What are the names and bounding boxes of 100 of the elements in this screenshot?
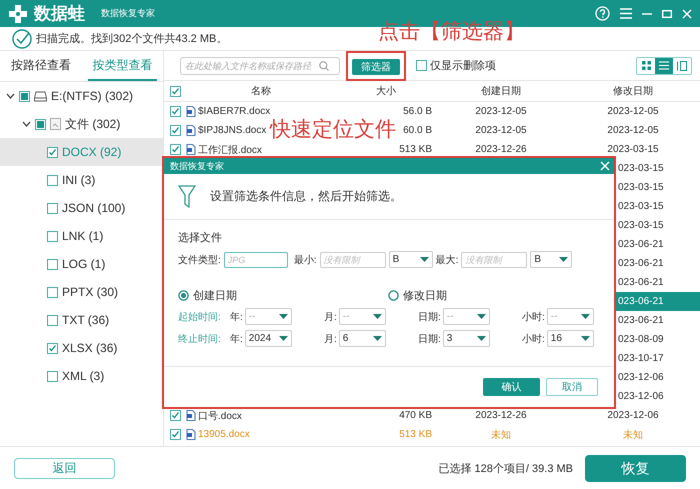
time-label: 终止时间: bbox=[178, 332, 222, 346]
file-name: 工作汇报.docx bbox=[198, 144, 262, 156]
field-label: 年: bbox=[230, 310, 243, 324]
modified-date: 023-08-09 bbox=[618, 334, 664, 345]
dropdown-arrow-icon bbox=[476, 314, 486, 319]
checkbox[interactable] bbox=[47, 286, 58, 298]
checkbox[interactable] bbox=[47, 174, 58, 186]
file-type-field[interactable]: JPG bbox=[224, 252, 288, 268]
time-dropdown[interactable]: 16 bbox=[546, 330, 594, 347]
dropdown-arrow-icon bbox=[580, 336, 590, 341]
time-dropdown[interactable]: 2024 bbox=[244, 330, 292, 347]
tree-label: 文件 (302) bbox=[65, 116, 120, 132]
close-button[interactable] bbox=[600, 161, 610, 171]
document-icon bbox=[186, 144, 196, 155]
radio-button[interactable] bbox=[388, 290, 399, 301]
checkbox[interactable] bbox=[47, 230, 58, 242]
tree-item[interactable]: TXT (36) bbox=[0, 306, 163, 334]
view-tab[interactable]: 按路径查看 bbox=[6, 51, 76, 81]
tree-item[interactable]: JSON (100) bbox=[0, 194, 163, 222]
radio-button[interactable] bbox=[178, 290, 189, 301]
checkbox[interactable] bbox=[47, 258, 58, 270]
modified-date: 023-03-15 bbox=[618, 201, 664, 212]
view-mode-button[interactable] bbox=[655, 58, 673, 74]
back-button[interactable]: 返回 bbox=[14, 458, 115, 479]
confirm-button[interactable]: 确认 bbox=[483, 378, 540, 396]
modified-date: 2023-12-05 bbox=[607, 106, 659, 117]
checkbox[interactable] bbox=[416, 60, 427, 71]
tree-item[interactable]: INI (3) bbox=[0, 166, 163, 194]
created-date: 2023-12-26 bbox=[475, 410, 527, 421]
document-icon bbox=[186, 106, 196, 117]
checkbox[interactable] bbox=[170, 410, 180, 421]
tree-label: LOG (1) bbox=[62, 257, 106, 271]
time-label: 起始时间: bbox=[178, 310, 222, 324]
unit-dropdown[interactable]: B bbox=[530, 251, 572, 268]
column-header[interactable]: 大小 bbox=[376, 84, 396, 98]
time-dropdown[interactable]: 6 bbox=[338, 330, 386, 347]
checkbox[interactable] bbox=[35, 118, 46, 130]
tree-label: DOCX (92) bbox=[62, 145, 122, 159]
tree-item[interactable]: XML (3) bbox=[0, 362, 163, 390]
modified-date: 023-03-15 bbox=[618, 163, 664, 174]
modified-date: 未知 bbox=[623, 428, 643, 442]
checkbox[interactable] bbox=[170, 144, 180, 155]
tree-item[interactable]: E:(NTFS) (302) bbox=[0, 82, 163, 110]
tree-item[interactable]: XLSX (36) bbox=[0, 334, 163, 362]
tree-label: INI (3) bbox=[62, 173, 96, 187]
checkbox-label: 仅显示删除项 bbox=[430, 59, 496, 73]
checkbox[interactable] bbox=[170, 429, 180, 440]
chevron-icon[interactable] bbox=[22, 121, 31, 127]
tree-item[interactable]: LOG (1) bbox=[0, 250, 163, 278]
search-icon[interactable] bbox=[319, 60, 329, 70]
columns-view-icon bbox=[677, 60, 687, 70]
max-size-field[interactable]: 没有限制 bbox=[461, 252, 528, 268]
file-size: 60.0 B bbox=[403, 125, 432, 136]
column-header[interactable]: 修改日期 bbox=[613, 84, 653, 98]
close-icon[interactable] bbox=[682, 8, 692, 18]
field-label: 最大: bbox=[436, 254, 458, 266]
created-date: 2023-12-26 bbox=[475, 144, 527, 155]
file-name: 口号.docx bbox=[198, 410, 242, 422]
time-dropdown[interactable]: 3 bbox=[442, 330, 490, 347]
checkbox[interactable] bbox=[47, 314, 58, 326]
modified-date: 023-03-15 bbox=[618, 182, 664, 193]
checkbox[interactable] bbox=[47, 202, 58, 214]
modified-date: 2023-12-05 bbox=[607, 125, 659, 136]
recover-button[interactable]: 恢复 bbox=[585, 455, 686, 482]
tree-label: XML (3) bbox=[62, 369, 104, 383]
unit-dropdown[interactable]: B bbox=[388, 251, 433, 268]
search-field[interactable]: 在此处输入文件名称或保存路径 bbox=[180, 56, 340, 74]
tree-label: PPTX (30) bbox=[62, 285, 118, 299]
menu-icon[interactable] bbox=[620, 8, 632, 19]
checkbox[interactable] bbox=[170, 125, 180, 136]
dropdown-arrow-icon bbox=[278, 336, 288, 341]
maximize-icon[interactable] bbox=[662, 8, 672, 18]
column-header[interactable]: 名称 bbox=[251, 84, 271, 98]
checkbox[interactable] bbox=[47, 342, 58, 354]
tree-item[interactable]: 文件 (302) bbox=[0, 110, 163, 138]
created-date: 2023-12-05 bbox=[475, 106, 527, 117]
dialog-title: 数据恢复专家 bbox=[170, 160, 224, 172]
checkbox[interactable] bbox=[19, 90, 30, 102]
checkbox[interactable] bbox=[170, 106, 180, 117]
help-icon[interactable] bbox=[595, 6, 610, 21]
modified-date: 023-06-21 bbox=[618, 315, 664, 326]
min-size-field[interactable]: 没有限制 bbox=[320, 252, 386, 268]
view-tab[interactable]: 按类型查看 bbox=[88, 51, 157, 81]
dropdown-arrow-icon bbox=[420, 257, 429, 262]
tree-label: JSON (100) bbox=[62, 201, 126, 215]
app-subtitle: 数据恢复专家 bbox=[101, 7, 155, 20]
section-title: 选择文件 bbox=[178, 230, 223, 245]
column-header[interactable]: 创建日期 bbox=[481, 84, 521, 98]
field-label: 月: bbox=[324, 332, 337, 346]
tree-item[interactable]: LNK (1) bbox=[0, 222, 163, 250]
radio-label: 修改日期 bbox=[403, 289, 447, 303]
checkbox[interactable] bbox=[170, 86, 180, 96]
file-size: 470 KB bbox=[399, 410, 432, 421]
chevron-icon[interactable] bbox=[6, 93, 15, 99]
dropdown-arrow-icon bbox=[476, 336, 486, 341]
cancel-button[interactable]: 取消 bbox=[546, 378, 598, 396]
checkbox[interactable] bbox=[47, 146, 58, 158]
tree-item[interactable]: PPTX (30) bbox=[0, 278, 163, 306]
filter-button[interactable]: 筛选器 bbox=[352, 58, 400, 74]
checkbox[interactable] bbox=[47, 370, 58, 382]
